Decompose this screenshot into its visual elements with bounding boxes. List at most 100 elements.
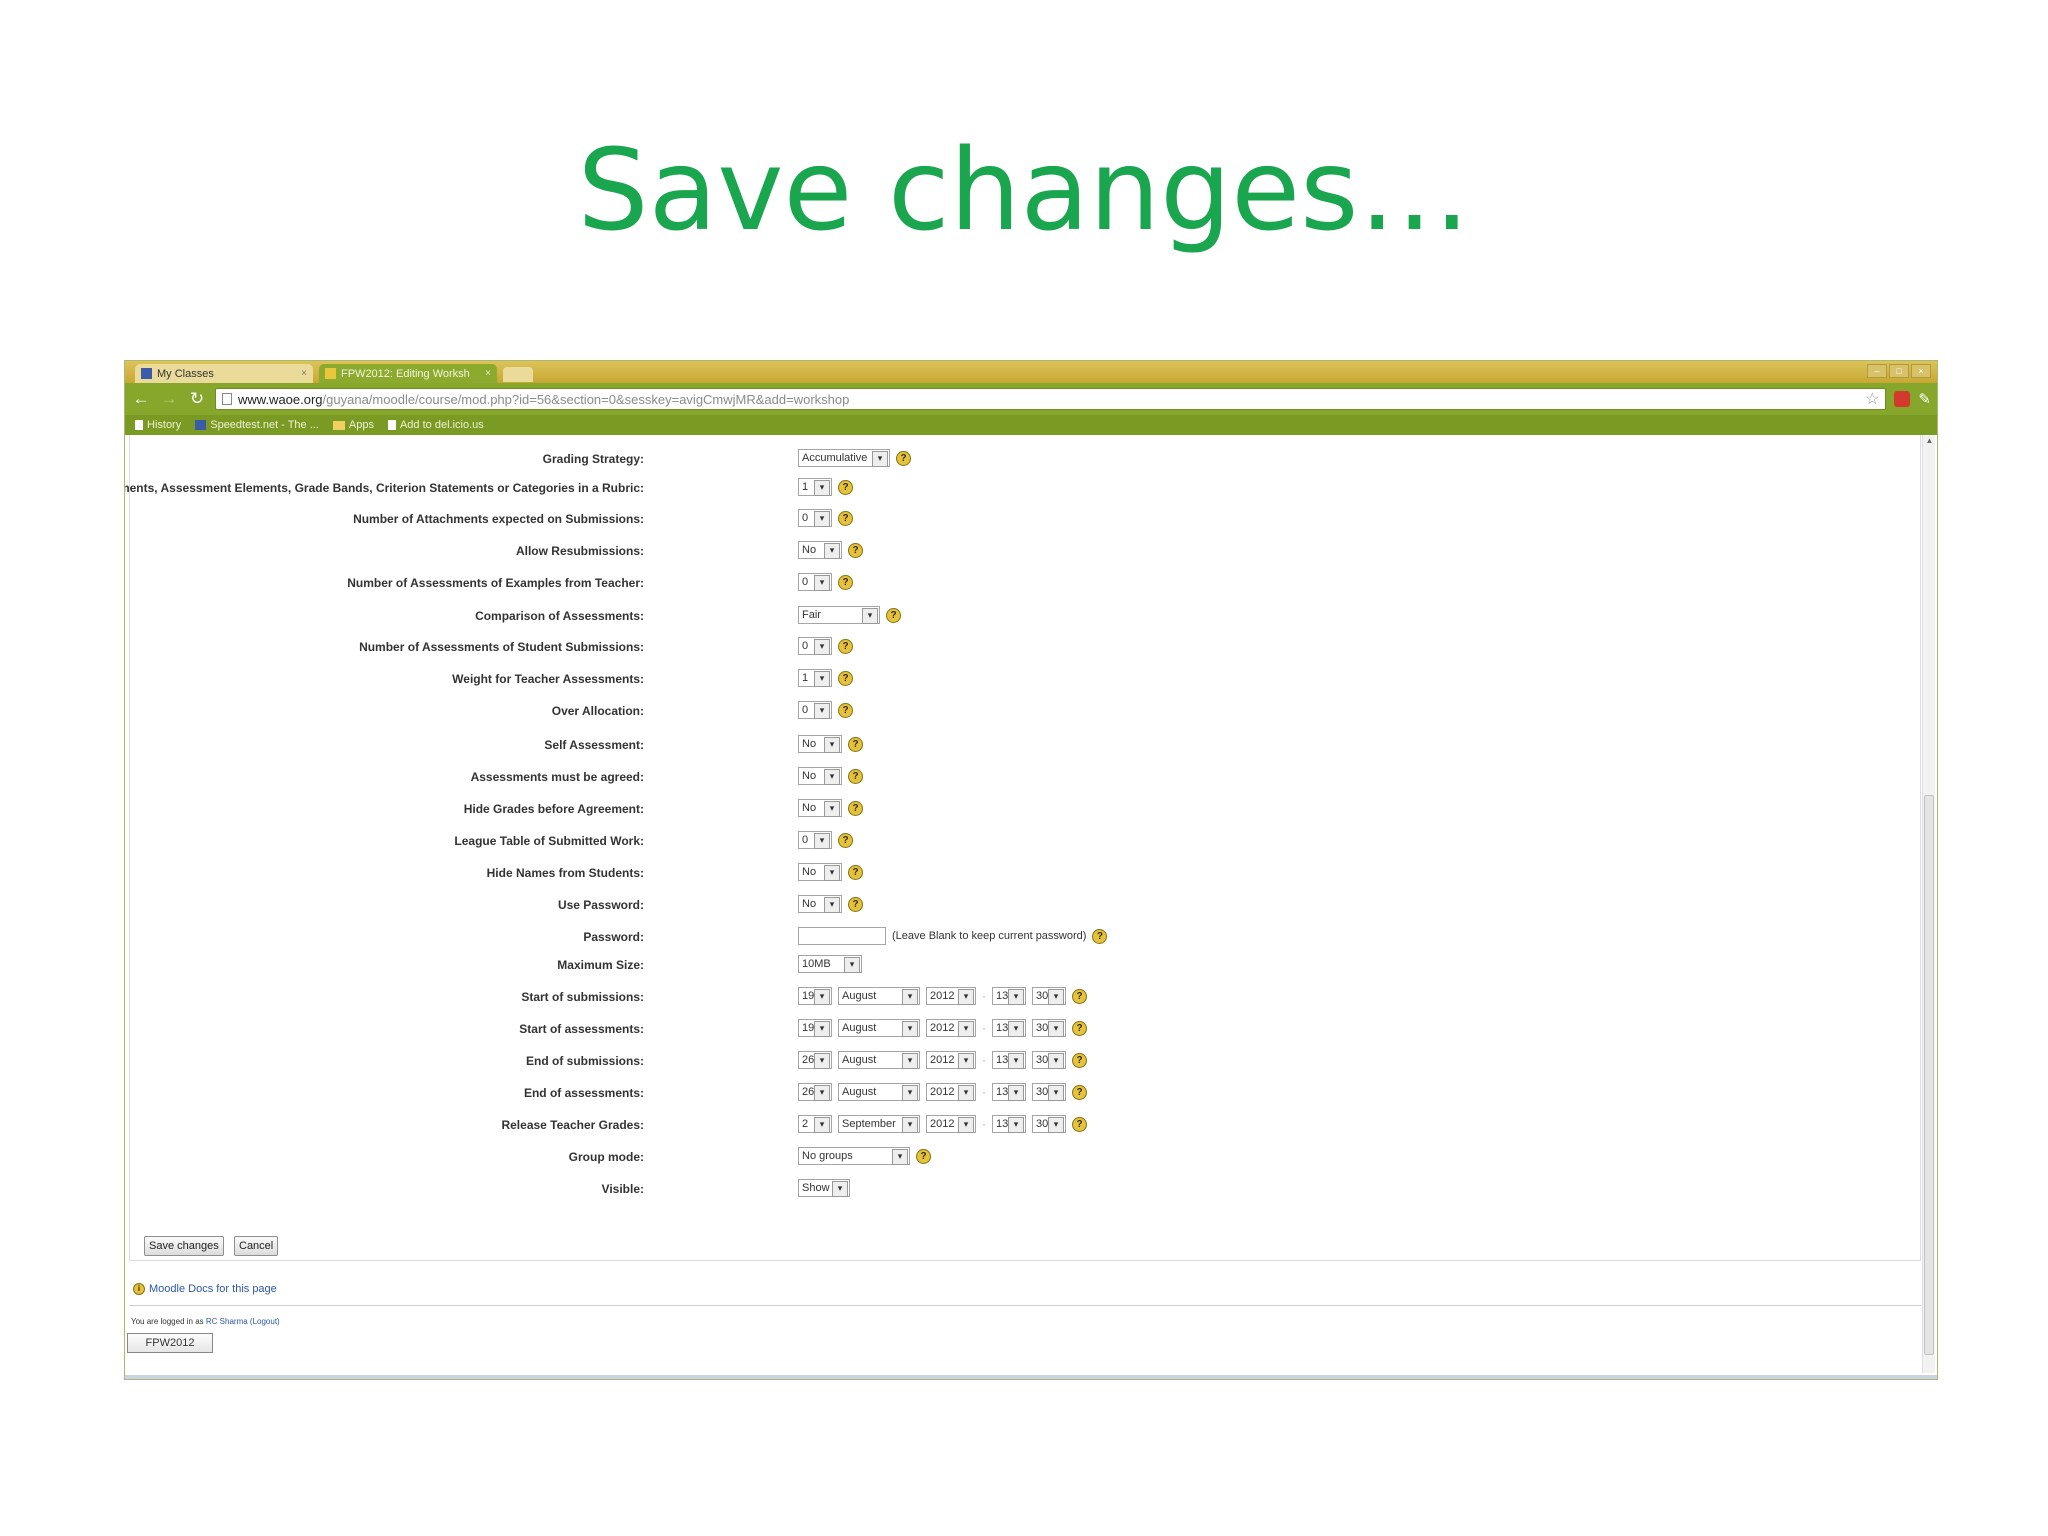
forward-arrow-icon[interactable]: → — [159, 389, 179, 409]
help-icon[interactable]: ? — [896, 450, 911, 466]
dropdown-select[interactable]: 13 — [992, 1083, 1026, 1101]
scroll-thumb[interactable] — [1924, 795, 1934, 1355]
back-arrow-icon[interactable]: ← — [131, 389, 151, 409]
dropdown-select[interactable]: 30 — [1032, 1019, 1066, 1037]
dropdown-select[interactable]: August — [838, 1051, 920, 1069]
help-icon[interactable]: ? — [848, 768, 863, 784]
dropdown-select[interactable]: August — [838, 1083, 920, 1101]
help-icon[interactable]: ? — [838, 479, 853, 495]
help-icon[interactable]: ? — [1072, 1052, 1087, 1068]
cancel-button[interactable]: Cancel — [234, 1236, 279, 1256]
help-icon[interactable]: ? — [848, 736, 863, 752]
dropdown-select[interactable]: 19 — [798, 1019, 832, 1037]
dropdown-select[interactable]: August — [838, 987, 920, 1005]
dropdown-select[interactable]: No — [798, 863, 842, 881]
dropdown-select[interactable]: No — [798, 735, 842, 753]
help-icon[interactable]: ? — [1072, 1116, 1087, 1132]
wrench-menu-icon[interactable]: ✎ — [1918, 390, 1931, 408]
dropdown-select[interactable]: 2012 — [926, 1115, 976, 1133]
dropdown-select[interactable]: 13 — [992, 987, 1026, 1005]
bookmark-delicious[interactable]: Add to del.icio.us — [387, 419, 484, 431]
dropdown-select[interactable]: 13 — [992, 1115, 1026, 1133]
help-icon[interactable]: ? — [848, 864, 863, 880]
new-tab-button[interactable] — [503, 367, 533, 382]
dropdown-select[interactable]: 2012 — [926, 1083, 976, 1101]
close-icon[interactable]: × — [485, 368, 491, 379]
dropdown-select[interactable]: 2012 — [926, 1051, 976, 1069]
password-input[interactable] — [798, 927, 886, 945]
help-icon[interactable]: ? — [1072, 1084, 1087, 1100]
user-link[interactable]: RC Sharma — [206, 1317, 248, 1326]
dropdown-select[interactable]: Fair — [798, 606, 880, 624]
dropdown-select[interactable]: 13 — [992, 1019, 1026, 1037]
help-icon[interactable]: ? — [838, 574, 853, 590]
dropdown-select[interactable]: September — [838, 1115, 920, 1133]
maximize-icon[interactable]: □ — [1889, 364, 1909, 378]
dropdown-select[interactable]: 2012 — [926, 1019, 976, 1037]
help-icon[interactable]: ? — [838, 638, 853, 654]
dropdown-select[interactable]: Show — [798, 1179, 850, 1197]
address-bar[interactable]: www.waoe.org/guyana/moodle/course/mod.ph… — [215, 388, 1887, 410]
dropdown-select[interactable]: 30 — [1032, 1051, 1066, 1069]
minimize-icon[interactable]: – — [1867, 364, 1887, 378]
help-icon[interactable]: ? — [848, 800, 863, 816]
help-icon[interactable]: ? — [848, 896, 863, 912]
field-controls: No? — [798, 799, 863, 817]
tab-my-classes[interactable]: My Classes × — [135, 364, 313, 383]
extension-icon[interactable] — [1894, 391, 1911, 407]
logout-link[interactable]: (Logout) — [250, 1317, 280, 1326]
help-icon[interactable]: ? — [1072, 988, 1087, 1004]
close-window-icon[interactable]: × — [1911, 364, 1931, 378]
course-home-button[interactable]: FPW2012 — [127, 1333, 213, 1353]
help-icon[interactable]: ? — [838, 832, 853, 848]
dropdown-select[interactable]: No — [798, 541, 842, 559]
close-icon[interactable]: × — [301, 368, 307, 379]
tab-editing-workshop[interactable]: FPW2012: Editing Worksh × — [319, 364, 497, 383]
bookmark-star-icon[interactable]: ☆ — [1865, 389, 1879, 409]
dropdown-select[interactable]: No groups — [798, 1147, 910, 1165]
dropdown-select[interactable]: 26 — [798, 1083, 832, 1101]
slide-title: Save changes… — [577, 126, 1471, 256]
moodle-docs-link[interactable]: i Moodle Docs for this page — [133, 1283, 277, 1295]
page-icon — [387, 420, 396, 430]
save-changes-button[interactable]: Save changes — [144, 1236, 224, 1256]
dropdown-select[interactable]: 0 — [798, 831, 832, 849]
dropdown-select[interactable]: 30 — [1032, 1083, 1066, 1101]
help-icon[interactable]: ? — [848, 542, 863, 558]
help-icon[interactable]: ? — [916, 1148, 931, 1164]
help-icon[interactable]: ? — [838, 702, 853, 718]
bookmark-apps[interactable]: Apps — [332, 419, 374, 431]
dropdown-select[interactable]: No — [798, 799, 842, 817]
field-label: Comparison of Assessments: — [475, 609, 644, 623]
dropdown-select[interactable]: 0 — [798, 573, 832, 591]
dropdown-select[interactable]: No — [798, 767, 842, 785]
dropdown-select[interactable]: 0 — [798, 701, 832, 719]
dropdown-select[interactable]: 26 — [798, 1051, 832, 1069]
help-icon[interactable]: ? — [1072, 1020, 1087, 1036]
dropdown-select[interactable]: 19 — [798, 987, 832, 1005]
field-controls: No? — [798, 735, 863, 753]
dropdown-select[interactable]: 0 — [798, 637, 832, 655]
help-icon[interactable]: ? — [1092, 928, 1108, 944]
dropdown-select[interactable]: 30 — [1032, 1115, 1066, 1133]
help-icon[interactable]: ? — [838, 670, 853, 686]
dropdown-select[interactable]: 0 — [798, 509, 832, 527]
vertical-scrollbar[interactable]: ▲ — [1922, 435, 1935, 1373]
scroll-up-icon[interactable]: ▲ — [1923, 435, 1936, 447]
dropdown-select[interactable]: No — [798, 895, 842, 913]
help-icon[interactable]: ? — [838, 510, 853, 526]
date-time-separator: · — [982, 1085, 986, 1099]
dropdown-select[interactable]: 13 — [992, 1051, 1026, 1069]
help-icon[interactable]: ? — [886, 607, 901, 623]
reload-icon[interactable]: ↻ — [187, 389, 207, 409]
dropdown-select[interactable]: 1 — [798, 669, 832, 687]
dropdown-select[interactable]: 1 — [798, 478, 832, 496]
dropdown-select[interactable]: Accumulative — [798, 449, 890, 467]
dropdown-select[interactable]: August — [838, 1019, 920, 1037]
dropdown-select[interactable]: 30 — [1032, 987, 1066, 1005]
bookmark-history[interactable]: History — [135, 419, 181, 431]
bookmark-speedtest[interactable]: Speedtest.net - The ... — [195, 419, 319, 431]
dropdown-select[interactable]: 2012 — [926, 987, 976, 1005]
dropdown-select[interactable]: 2 — [798, 1115, 832, 1133]
dropdown-select[interactable]: 10MB — [798, 955, 862, 973]
